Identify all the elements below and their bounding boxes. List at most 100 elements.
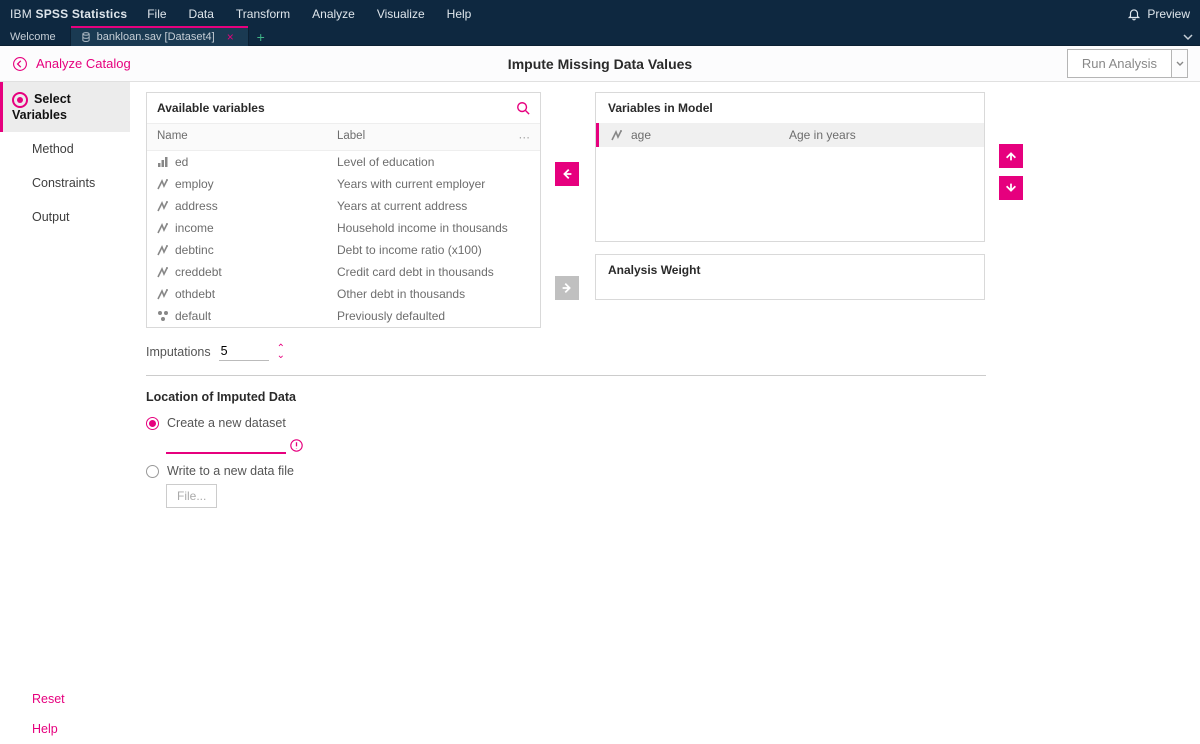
variable-name: income — [175, 221, 337, 235]
menu-help[interactable]: Help — [447, 7, 472, 21]
variable-row[interactable]: addressYears at current address — [147, 195, 540, 217]
available-variables-title: Available variables — [157, 101, 265, 115]
variable-row[interactable]: incomeHousehold income in thousands — [147, 217, 540, 239]
menu-analyze[interactable]: Analyze — [312, 7, 355, 21]
page-title: Impute Missing Data Values — [508, 56, 692, 72]
variable-row[interactable]: othdebtOther debt in thousands — [147, 283, 540, 305]
remove-variable-button[interactable] — [555, 162, 579, 186]
variable-name: employ — [175, 177, 337, 191]
tabs-chevron[interactable] — [1176, 28, 1200, 45]
variable-name: debtinc — [175, 243, 337, 257]
run-analysis-button[interactable]: Run Analysis — [1067, 49, 1172, 78]
variable-label: Other debt in thousands — [337, 287, 530, 301]
sidebar-help[interactable]: Help — [0, 714, 130, 744]
measure-icon — [157, 288, 171, 300]
variable-name: ed — [175, 155, 337, 169]
variable-label: Level of education — [337, 155, 530, 169]
variable-name: default — [175, 309, 337, 323]
step-indicator-icon — [12, 92, 28, 108]
file-button[interactable]: File... — [166, 484, 217, 508]
preview-button[interactable]: Preview — [1127, 7, 1190, 21]
catalog-row: Analyze Catalog Impute Missing Data Valu… — [0, 46, 1200, 82]
variable-label: Household income in thousands — [337, 221, 530, 235]
sidebar-reset[interactable]: Reset — [0, 684, 130, 714]
analysis-weight-panel: Analysis Weight — [595, 254, 985, 300]
divider — [146, 375, 986, 376]
arrow-down-icon — [1004, 181, 1018, 195]
run-dropdown[interactable] — [1172, 49, 1188, 78]
variable-name: age — [631, 128, 789, 142]
chevron-down-icon: ⌄ — [277, 352, 285, 359]
move-down-button[interactable] — [999, 176, 1023, 200]
measure-icon — [157, 266, 171, 278]
analysis-weight-title: Analysis Weight — [596, 255, 984, 285]
menu-file[interactable]: File — [147, 7, 166, 21]
analyze-catalog-back[interactable]: Analyze Catalog — [12, 56, 131, 72]
error-icon — [290, 439, 303, 452]
variable-label: Years at current address — [337, 199, 530, 213]
brand: IBM SPSS Statistics — [10, 7, 127, 21]
variables-in-model-title: Variables in Model — [596, 93, 984, 123]
variables-in-model-panel: Variables in Model ageAge in years — [595, 92, 985, 242]
close-icon[interactable]: × — [227, 31, 234, 43]
col-label[interactable]: Label — [337, 130, 519, 144]
sidebar-item-method[interactable]: Method — [0, 132, 130, 166]
sidebar-item-constraints[interactable]: Constraints — [0, 166, 130, 200]
col-name[interactable]: Name — [157, 130, 337, 144]
imputations-input[interactable] — [219, 342, 269, 361]
radio-create-dataset[interactable]: Create a new dataset — [146, 416, 1184, 430]
measure-icon — [157, 200, 171, 212]
radio-icon — [146, 465, 159, 478]
search-button[interactable] — [516, 101, 530, 115]
menu-visualize[interactable]: Visualize — [377, 7, 425, 21]
variable-row[interactable]: employYears with current employer — [147, 173, 540, 195]
tabs-row: Welcome bankloan.sav [Dataset4] × + — [0, 28, 1200, 46]
variable-label: Age in years — [789, 128, 972, 142]
tab-dataset[interactable]: bankloan.sav [Dataset4] × — [71, 28, 249, 46]
chevron-down-icon — [1182, 31, 1194, 43]
imputations-stepper[interactable]: ⌃ ⌄ — [277, 345, 285, 359]
variable-label: Debt to income ratio (x100) — [337, 243, 530, 257]
search-icon — [516, 101, 530, 115]
move-up-button[interactable] — [999, 144, 1023, 168]
measure-icon — [157, 244, 171, 256]
chevron-down-icon — [1176, 60, 1184, 68]
variable-name: address — [175, 199, 337, 213]
measure-icon — [157, 310, 171, 322]
imputations-label: Imputations — [146, 345, 211, 359]
variable-name: othdebt — [175, 287, 337, 301]
menu-transform[interactable]: Transform — [236, 7, 290, 21]
arrow-left-icon — [560, 167, 574, 181]
arrow-up-icon — [1004, 149, 1018, 163]
measure-icon — [611, 129, 625, 141]
variable-row[interactable]: edLevel of education — [147, 151, 540, 173]
sidebar: Select Variables Method Constraints Outp… — [0, 82, 130, 744]
tab-welcome[interactable]: Welcome — [0, 28, 71, 46]
dataset-name-input[interactable] — [166, 436, 286, 454]
model-variable-row[interactable]: ageAge in years — [596, 123, 984, 147]
variable-row[interactable]: debtincDebt to income ratio (x100) — [147, 239, 540, 261]
add-weight-button[interactable] — [555, 276, 579, 300]
measure-icon — [157, 222, 171, 234]
variable-label: Credit card debt in thousands — [337, 265, 530, 279]
variable-label: Previously defaulted — [337, 309, 530, 323]
measure-icon — [157, 156, 171, 168]
measure-icon — [157, 178, 171, 190]
variable-name: creddebt — [175, 265, 337, 279]
sidebar-item-select-variables[interactable]: Select Variables — [0, 82, 130, 132]
arrow-right-icon — [560, 281, 574, 295]
menu-data[interactable]: Data — [189, 7, 214, 21]
sidebar-item-output[interactable]: Output — [0, 200, 130, 234]
variable-row[interactable]: creddebtCredit card debt in thousands — [147, 261, 540, 283]
bell-icon — [1127, 7, 1141, 21]
location-title: Location of Imputed Data — [146, 390, 1184, 404]
menu-bar: IBM SPSS Statistics File Data Transform … — [0, 0, 1200, 28]
radio-icon — [146, 417, 159, 430]
columns-more[interactable]: ⋯ — [519, 130, 531, 144]
available-variables-panel: Available variables Name Label ⋯ edLevel… — [146, 92, 541, 328]
radio-write-file[interactable]: Write to a new data file — [146, 464, 1184, 478]
back-arrow-icon — [12, 56, 28, 72]
database-icon — [81, 32, 91, 42]
variable-row[interactable]: defaultPreviously defaulted — [147, 305, 540, 327]
add-tab-button[interactable]: + — [249, 28, 273, 45]
